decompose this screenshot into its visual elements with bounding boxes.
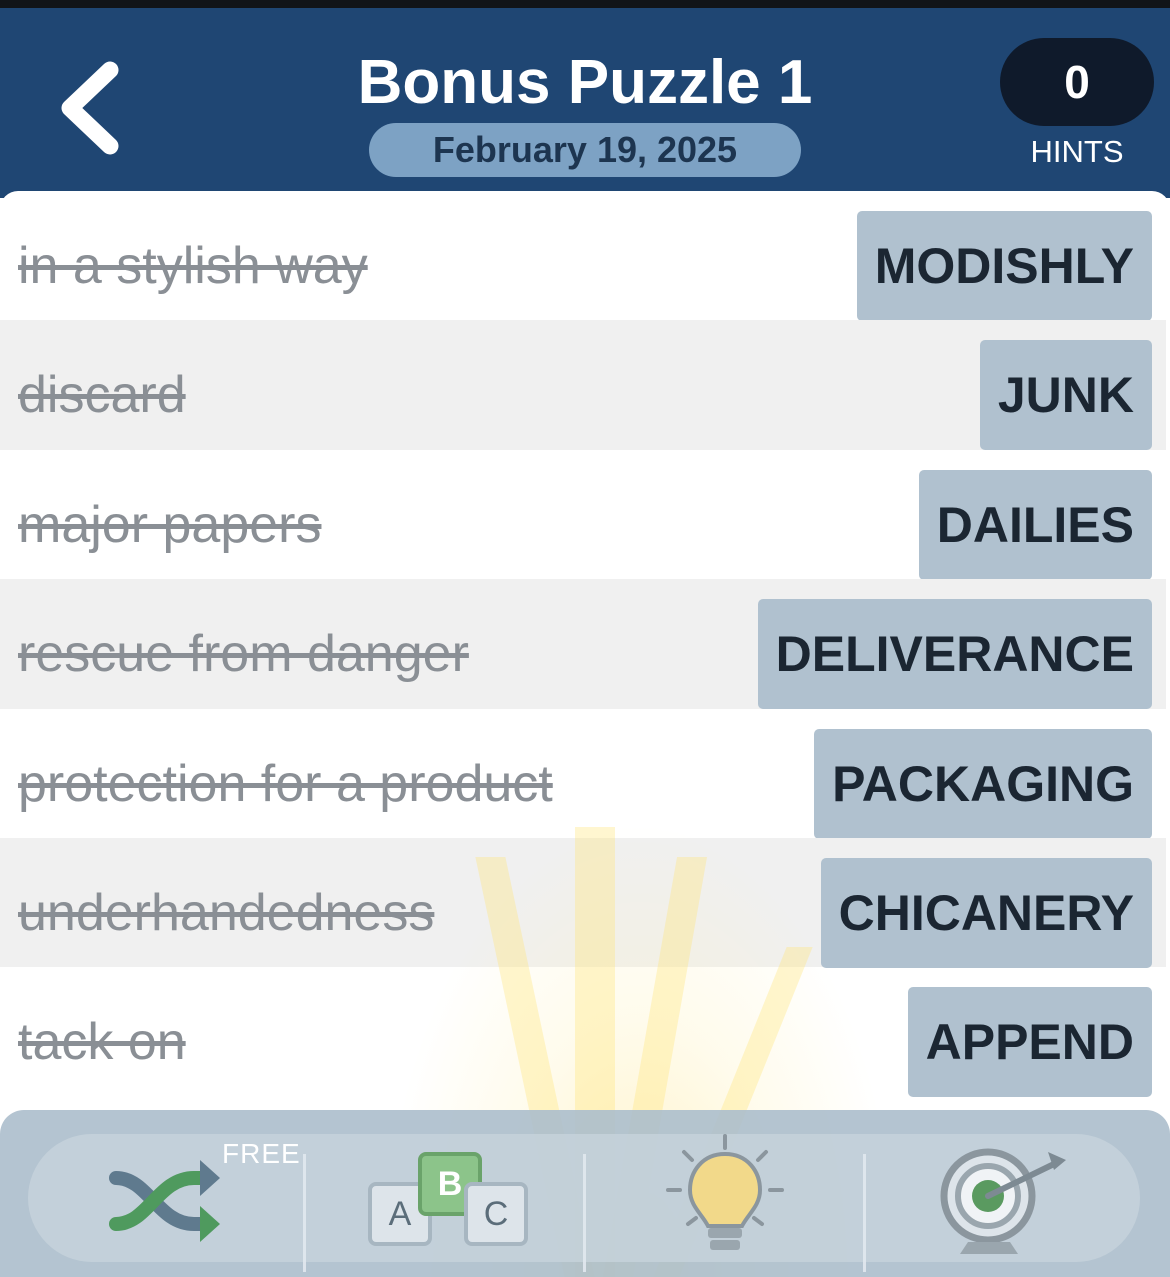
answer-tile[interactable]: DAILIES [918, 469, 1152, 580]
clue-text: protection for a product [18, 754, 553, 813]
toolbar-divider [863, 1154, 866, 1272]
letter-block-c: C [464, 1182, 528, 1246]
target-icon [940, 1148, 1066, 1254]
toolbar-divider [303, 1154, 306, 1272]
header-bar: Bonus Puzzle 1 February 19, 2025 0 HINTS [0, 8, 1170, 198]
date-badge: February 19, 2025 [369, 123, 801, 177]
clue-text: underhandedness [18, 883, 435, 942]
hint-button[interactable] [588, 1134, 863, 1262]
clue-row: rescue from danger DELIVERANCE [0, 579, 1166, 710]
status-bar-edge [0, 0, 1170, 8]
toolbar-track: A B C [28, 1134, 1140, 1272]
clue-row: major papers DAILIES [0, 450, 1166, 580]
clue-row: discard JUNK [0, 320, 1166, 451]
lightbulb-icon [666, 1134, 784, 1250]
answer-tile[interactable]: DELIVERANCE [757, 599, 1152, 710]
clue-row: protection for a product PACKAGING [0, 709, 1166, 839]
toolbar-divider [583, 1154, 586, 1272]
answer-tile[interactable]: CHICANERY [820, 857, 1152, 968]
reveal-letter-button[interactable]: A B C [308, 1134, 580, 1262]
letter-blocks-icon: A B C [368, 1152, 528, 1252]
hints-counter[interactable]: 0 [1000, 38, 1154, 126]
page-title: Bonus Puzzle 1 [357, 48, 813, 117]
answer-tile[interactable]: JUNK [979, 340, 1152, 451]
clue-text: discard [18, 366, 186, 425]
clue-row: tack on APPEND [0, 967, 1166, 1098]
answer-tile[interactable]: APPEND [907, 987, 1152, 1098]
clue-text: in a stylish way [18, 237, 368, 295]
bottom-toolbar: A B C [0, 1110, 1170, 1277]
answer-tile[interactable]: PACKAGING [814, 728, 1152, 839]
target-button[interactable] [868, 1134, 1140, 1262]
clue-text: tack on [18, 1013, 186, 1072]
free-badge: FREE [222, 1138, 301, 1169]
hints-label: HINTS [1030, 134, 1124, 169]
clue-list: in a stylish way MODISHLY discard JUNK m… [0, 191, 1170, 1116]
answer-tile[interactable]: MODISHLY [856, 211, 1152, 321]
clue-text: rescue from danger [18, 625, 469, 684]
clue-text: major papers [18, 495, 322, 554]
clue-row: underhandedness CHICANERY [0, 837, 1166, 968]
clue-row: in a stylish way MODISHLY [0, 191, 1166, 321]
